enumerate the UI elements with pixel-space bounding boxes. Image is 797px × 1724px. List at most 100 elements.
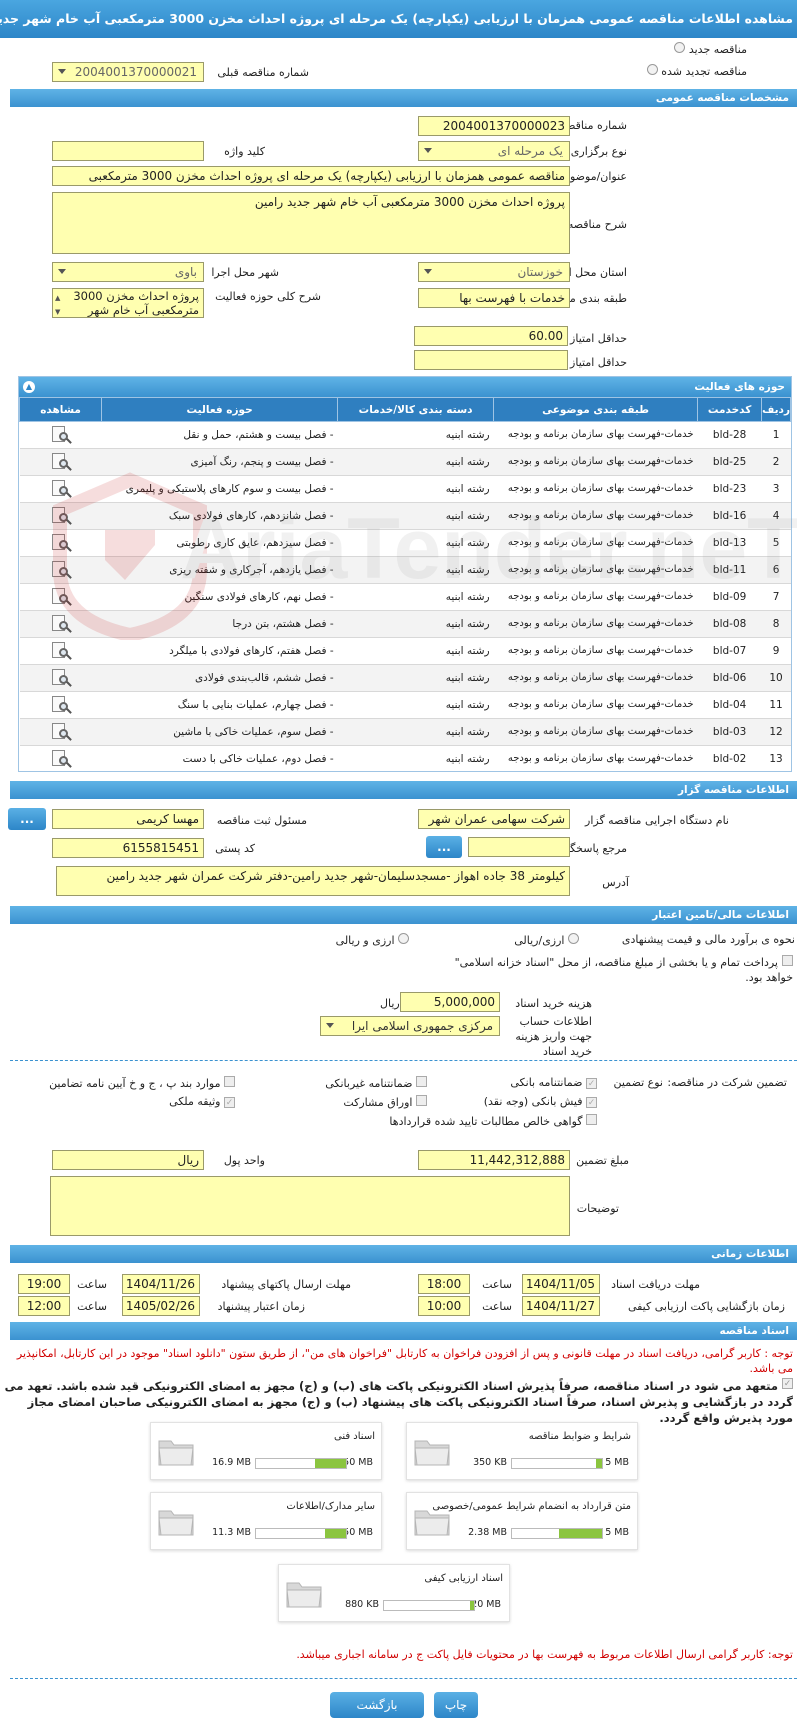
cell-view[interactable]	[19, 421, 102, 449]
cell-view[interactable]	[19, 745, 102, 771]
account-select[interactable]: مرکزی جمهوری اسلامی ایرا	[320, 1016, 500, 1036]
view-magnifier-icon[interactable]	[50, 507, 72, 525]
view-magnifier-icon[interactable]	[50, 534, 72, 552]
cell-code: bld-02	[697, 745, 762, 771]
guarantee-option[interactable]: ✓ وثیقه ملکی	[169, 1095, 235, 1108]
province-select[interactable]: خوزستان	[418, 262, 570, 282]
send-date[interactable]: 1404/11/26	[122, 1274, 200, 1294]
reference-lookup-button[interactable]: ...	[426, 836, 462, 858]
view-magnifier-icon[interactable]	[50, 696, 72, 714]
cell-view[interactable]	[19, 529, 102, 557]
cell-view[interactable]	[19, 664, 102, 692]
document-title: متن قرارداد به انضمام شرایط عمومی/خصوصی	[432, 1501, 631, 1512]
currency-field[interactable]: ریال	[52, 1150, 204, 1170]
view-magnifier-icon[interactable]	[50, 750, 72, 768]
document-progress-bar	[511, 1528, 603, 1539]
document-card[interactable]: سایر مدارک/اطلاعات 50 MB 11.3 MB	[150, 1492, 382, 1550]
table-row: 4 bld-16 خدمات-فهرست بهای سازمان برنامه و …	[19, 502, 791, 530]
cell-code: bld-28	[697, 421, 762, 449]
reference-field[interactable]	[468, 837, 570, 857]
subject-field[interactable]: مناقصه عمومی همزمان با ارزیابی (یکپارچه)…	[52, 166, 570, 186]
cell-view[interactable]	[19, 610, 102, 638]
commit-checkbox[interactable]: ✓	[782, 1378, 793, 1389]
guarantee-checkbox[interactable]: ✓	[224, 1097, 235, 1108]
notes-field[interactable]	[50, 1176, 570, 1236]
keyword-field[interactable]	[52, 141, 204, 161]
collapse-icon[interactable]: ▲	[23, 381, 35, 393]
guarantee-checkbox[interactable]: ✓	[586, 1097, 597, 1108]
send-time[interactable]: 19:00	[18, 1274, 70, 1294]
guarantee-option[interactable]: ✓ فیش بانکی (وجه نقد)	[484, 1095, 597, 1108]
open-quality-time[interactable]: 10:00	[418, 1296, 470, 1316]
doc-receive-date[interactable]: 1404/11/05	[522, 1274, 600, 1294]
guarantee-checkbox[interactable]	[224, 1076, 235, 1087]
table-row: 12 bld-03 خدمات-فهرست بهای سازمان برنامه و…	[19, 718, 791, 746]
guarantee-checkbox[interactable]	[416, 1095, 427, 1106]
description-field[interactable]: پروژه احداث مخزن 3000 مترمکعبی آب خام شه…	[52, 192, 570, 254]
currency-rial-radio[interactable]	[398, 933, 409, 944]
min-technical-field[interactable]	[414, 350, 568, 370]
cell-view[interactable]	[19, 691, 102, 719]
document-card[interactable]: اسناد فنی 50 MB 16.9 MB	[150, 1422, 382, 1480]
treasury-checkbox[interactable]	[782, 955, 793, 966]
guarantee-option[interactable]: ضمانتنامه غیربانکی	[325, 1076, 427, 1090]
print-button[interactable]: چاپ	[434, 1692, 478, 1718]
document-card[interactable]: اسناد ارزیابی کیفی 20 MB 880 KB	[278, 1564, 510, 1622]
view-magnifier-icon[interactable]	[50, 453, 72, 471]
cell-view[interactable]	[19, 637, 102, 665]
view-magnifier-icon[interactable]	[50, 588, 72, 606]
category-field[interactable]: خدمات با فهرست بها	[418, 288, 570, 308]
activity-desc-field[interactable]: پروژه احداث مخزن 3000 مترمکعبی آب خام شه…	[52, 288, 204, 318]
postal-field[interactable]: 6155815451	[52, 838, 204, 858]
registrar-field[interactable]: مهسا کریمی	[52, 809, 204, 829]
currency-option-label: ارزی/ریالی	[514, 934, 565, 947]
cell-view[interactable]	[19, 502, 102, 530]
section-organizer: اطلاعات مناقصه گزار	[10, 781, 797, 799]
doc-cost-field[interactable]: 5,000,000	[400, 992, 500, 1012]
guarantee-option[interactable]: ✓ ضمانتنامه بانکی	[510, 1076, 597, 1089]
estimate-option-currency-rial[interactable]: ارزی و ریالی	[336, 933, 409, 947]
validity-date[interactable]: 1405/02/26	[122, 1296, 200, 1316]
document-card[interactable]: متن قرارداد به انضمام شرایط عمومی/خصوصی 5…	[406, 1492, 638, 1550]
view-magnifier-icon[interactable]	[50, 480, 72, 498]
min-quality-field[interactable]: 60.00	[414, 326, 568, 346]
cell-view[interactable]	[19, 475, 102, 503]
amount-field[interactable]: 11,442,312,888	[418, 1150, 570, 1170]
guarantee-checkbox[interactable]	[416, 1076, 427, 1087]
view-magnifier-icon[interactable]	[50, 723, 72, 741]
new-tender-option[interactable]: مناقصه جدید	[674, 42, 747, 56]
cell-view[interactable]	[19, 448, 102, 476]
view-magnifier-icon[interactable]	[50, 615, 72, 633]
registrar-lookup-button[interactable]: ...	[8, 808, 46, 830]
holding-type-select[interactable]: یک مرحله ای	[418, 141, 570, 161]
treasury-option[interactable]: پرداخت تمام و یا بخشی از مبلغ مناقصه، از…	[433, 955, 793, 985]
new-tender-radio[interactable]	[674, 42, 686, 53]
open-quality-date[interactable]: 1404/11/27	[522, 1296, 600, 1316]
city-select[interactable]: باوی	[52, 262, 204, 282]
address-field[interactable]: کیلومتر 38 جاده اهواز -مسجدسلیمان-شهر جد…	[56, 866, 570, 896]
cell-view[interactable]	[19, 556, 102, 584]
view-magnifier-icon[interactable]	[50, 561, 72, 579]
cell-view[interactable]	[19, 583, 102, 611]
guarantee-option[interactable]: اوراق مشارکت	[343, 1095, 427, 1109]
currency-radio[interactable]	[568, 933, 579, 944]
doc-receive-time[interactable]: 18:00	[418, 1274, 470, 1294]
document-card[interactable]: شرایط و ضوابط مناقصه 5 MB 350 KB	[406, 1422, 638, 1480]
tender-number-field[interactable]: 2004001370000023	[418, 116, 570, 136]
guarantee-checkbox[interactable]: ✓	[586, 1078, 597, 1089]
view-magnifier-icon[interactable]	[50, 426, 72, 444]
validity-time[interactable]: 12:00	[18, 1296, 70, 1316]
previous-number-select[interactable]: 2004001370000021	[52, 62, 204, 82]
org-field[interactable]: شرکت سهامی عمران شهر	[418, 809, 570, 829]
view-magnifier-icon[interactable]	[50, 669, 72, 687]
cell-view[interactable]	[19, 718, 102, 746]
renewed-tender-radio[interactable]	[646, 64, 658, 75]
back-button[interactable]: بازگشت	[330, 1692, 424, 1718]
estimate-option-currency[interactable]: ارزی/ریالی	[514, 933, 579, 947]
guarantee-checkbox[interactable]	[586, 1114, 597, 1125]
guarantee-option[interactable]: موارد بند پ ، ج و خ آیین نامه تضامین	[49, 1076, 235, 1090]
scroll-arrows-icon[interactable]: ▲ ▼	[55, 291, 60, 317]
renewed-tender-option[interactable]: مناقصه تجدید شده	[646, 64, 747, 78]
view-magnifier-icon[interactable]	[50, 642, 72, 660]
guarantee-option[interactable]: گواهی خالص مطالبات تایید شده قراردادها	[389, 1114, 597, 1128]
